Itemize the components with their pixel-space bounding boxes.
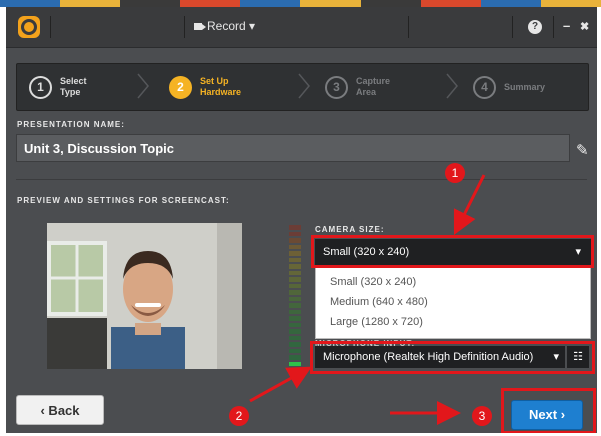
- arrow-1: [453, 174, 486, 236]
- app-window: Record ▾ ? – ✖ 1 Select Type 2 Set Up Hard…: [6, 7, 597, 433]
- callout-3: 3: [472, 406, 492, 426]
- callout-1: 1: [445, 163, 465, 183]
- annotation-arrows: [249, 174, 486, 425]
- callout-2: 2: [229, 406, 249, 426]
- arrow-2: [249, 366, 312, 403]
- background-strip: [0, 0, 601, 7]
